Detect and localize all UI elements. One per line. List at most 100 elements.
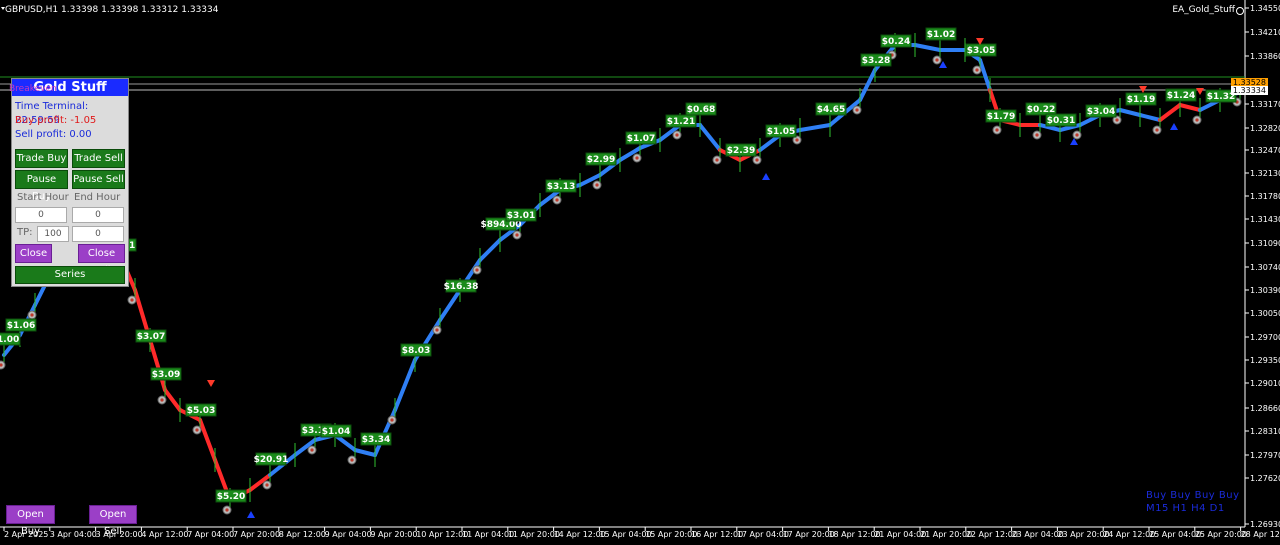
time-tick-label: 9 Apr 20:00: [370, 530, 417, 539]
chart-window[interactable]: 1.34550 1.34210 1.33860 1.33170 1.32820 1.324…: [0, 0, 1280, 545]
open-buy-button[interactable]: Open Buy: [6, 505, 55, 537]
profit-label-text: $3.04: [1087, 107, 1115, 117]
price-tick-label: 1.31430: [1250, 215, 1280, 224]
trend-segment: [913, 43, 942, 52]
profit-label-text: $2.99: [587, 155, 615, 165]
profit-label-text: $4.65: [817, 105, 845, 115]
close-sell-button[interactable]: Close Sell: [78, 244, 125, 276]
time-tick-label: 14 Apr 12:00: [554, 530, 606, 539]
order-marker-dot: [30, 313, 34, 317]
time-tick-label: 28 Apr 12:00: [1241, 530, 1280, 539]
order-marker-dot: [675, 133, 679, 137]
profit-label-text: $5.20: [217, 492, 245, 502]
order-marker-dot: [160, 398, 164, 402]
time-tick-label: 7 Apr 20:00: [233, 530, 280, 539]
price-tick-label: 1.29700: [1250, 333, 1280, 342]
order-marker-dot: [1035, 133, 1039, 137]
price-tick-label: 1.29010: [1250, 379, 1280, 388]
time-tick-label: 22 Apr 12:00: [966, 530, 1018, 539]
order-marker-dot: [225, 508, 229, 512]
time-tick-label: 4 Apr 12:00: [141, 530, 188, 539]
end-hour-label: End Hour: [74, 192, 121, 203]
ea-name: EA_Gold_Stuff: [1172, 5, 1235, 15]
order-marker-dot: [265, 483, 269, 487]
order-marker-dot: [390, 418, 394, 422]
order-marker-dot: [715, 158, 719, 162]
order-marker-dot: [975, 68, 979, 72]
sell-profit: Sell profit: 0.00: [15, 129, 92, 140]
start-hour-label: Start Hour: [17, 192, 69, 203]
trend-segment: [148, 338, 167, 392]
time-tick-label: 21 Apr 04:00: [874, 530, 926, 539]
time-terminal: Time Terminal: 22:59:59: [15, 101, 89, 126]
window-icon[interactable]: [1236, 7, 1244, 15]
trend-segment: [798, 123, 832, 132]
trend-segment: [353, 448, 377, 457]
profit-label-text: $0.31: [1047, 116, 1075, 126]
buy-profit: Buy profit: -1.05: [15, 115, 97, 126]
time-tick-label: 16 Apr 12:00: [691, 530, 743, 539]
time-tick-label: 9 Apr 04:00: [325, 530, 372, 539]
profit-label-text: $8.03: [402, 346, 430, 356]
time-tick-label: 17 Apr 04:00: [737, 530, 789, 539]
sl-input[interactable]: 0: [72, 226, 124, 242]
order-marker-dot: [1155, 128, 1159, 132]
time-tick-label: 23 Apr 04:00: [1012, 530, 1064, 539]
time-tick-label: 7 Apr 04:00: [187, 530, 234, 539]
order-marker-dot: [595, 183, 599, 187]
profit-label-text: $1.00: [0, 335, 19, 345]
trend-segment: [198, 418, 217, 462]
price-tick-label: 1.27970: [1250, 451, 1280, 460]
time-tick-label: 21 Apr 20:00: [920, 530, 972, 539]
pause-sell-button[interactable]: Pause Sell: [72, 170, 125, 189]
tp-label: TP:: [17, 227, 33, 238]
start-hour-input[interactable]: 0: [15, 207, 67, 223]
trade-sell-button[interactable]: Trade Sell: [72, 149, 125, 168]
time-tick-label: 10 Apr 12:00: [416, 530, 468, 539]
profit-label-text: $3.07: [137, 332, 165, 342]
price-tick-label: 1.31780: [1250, 192, 1280, 201]
time-tick-label: 23 Apr 20:00: [1057, 530, 1109, 539]
trend-segment: [478, 238, 502, 262]
price-tick-label: 1.28310: [1250, 427, 1280, 436]
order-marker-dot: [555, 198, 559, 202]
price-tick-label: 1.34550: [1250, 4, 1280, 13]
order-marker-dot: [1115, 118, 1119, 122]
price-tick-label: 1.33170: [1250, 100, 1280, 109]
time-tick-label: 8 Apr 12:00: [279, 530, 326, 539]
trend-segment: [438, 288, 462, 322]
profit-label-text: $1.04: [322, 427, 350, 437]
profit-label-text: $1.05: [767, 127, 795, 137]
trade-buy-button[interactable]: Trade Buy: [15, 149, 68, 168]
price-tick-label: 1.34210: [1250, 28, 1280, 37]
current-price-tag: 1.33334: [1230, 86, 1268, 95]
order-marker-dot: [795, 138, 799, 142]
profit-label-text: $3.09: [152, 370, 180, 380]
end-hour-input[interactable]: 0: [72, 207, 124, 223]
profit-label-text: $1.07: [627, 134, 655, 144]
price-tick-label: 1.30390: [1250, 286, 1280, 295]
profit-label-text: $1.79: [987, 112, 1015, 122]
trend-segment: [698, 123, 722, 152]
time-tick-label: 15 Apr 04:00: [599, 530, 651, 539]
series-button[interactable]: Series: [15, 266, 125, 284]
close-button[interactable]: Close: [15, 244, 52, 263]
profit-label-text: $1.24: [1167, 91, 1195, 101]
order-marker-dot: [935, 58, 939, 62]
profit-label-text: $3.13: [547, 182, 575, 192]
time-tick-label: 3 Apr 04:00: [50, 530, 97, 539]
tp-input[interactable]: 100: [37, 226, 69, 242]
order-marker-dot: [435, 328, 439, 332]
time-tick-label: 25 Apr 20:00: [1195, 530, 1247, 539]
signal-row-timeframe: M15 H1 H4 D1: [1146, 503, 1225, 514]
open-sell-button[interactable]: Open Sell: [89, 505, 137, 537]
price-chart[interactable]: 1.34550 1.34210 1.33860 1.33170 1.32820 1.324…: [0, 0, 1280, 545]
order-marker-dot: [995, 128, 999, 132]
order-marker-dot: [350, 458, 354, 462]
profit-label-text: $20.91: [254, 455, 289, 465]
buy-arrow-icon: [762, 173, 770, 180]
trend-segment: [1158, 103, 1182, 122]
order-marker-dot: [635, 156, 639, 160]
pause-buy-button[interactable]: Pause Buy: [15, 170, 68, 202]
price-tick-label: 1.33860: [1250, 52, 1280, 61]
